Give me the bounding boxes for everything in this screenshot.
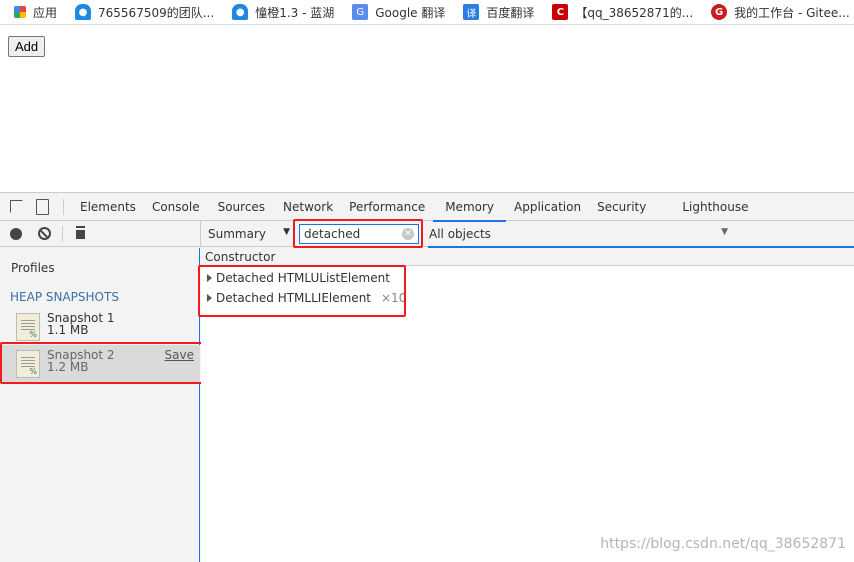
bookmark-label: 憧橙1.3 - 蓝湖 <box>255 5 335 20</box>
dropdown-arrow-icon: ▼ <box>283 227 290 237</box>
lanhu-icon: ● <box>75 4 92 20</box>
bookmark-csdn[interactable]: C 【qq_38652871的... <box>552 4 693 21</box>
watermark: https://blog.csdn.net/qq_38652871 <box>600 536 846 552</box>
bookmark-baidu-translate[interactable]: 译百度翻译 <box>463 4 534 21</box>
tab-network[interactable]: Network <box>275 193 341 221</box>
gitee-icon: G <box>711 4 728 20</box>
clear-icon[interactable] <box>38 227 51 240</box>
tab-performance[interactable]: Performance <box>341 193 433 221</box>
bookmark-lanhu-project[interactable]: ● 憧橙1.3 - 蓝湖 <box>232 4 334 21</box>
snapshot-size: 1.1 MB <box>47 323 89 337</box>
sidebar-divider <box>200 221 201 247</box>
tab-sources[interactable]: Sources <box>208 193 275 221</box>
tab-memory[interactable]: Memory <box>433 193 506 222</box>
record-icon[interactable] <box>10 228 22 240</box>
heap-snapshot-icon: % <box>16 313 40 341</box>
bookmark-label: 【qq_38652871的... <box>575 5 694 20</box>
devtools-tabbar: Elements Console Sources Network Perform… <box>0 193 854 222</box>
bookmark-google-translate[interactable]: G Google 翻译 <box>352 4 445 21</box>
dropdown-arrow-icon: ▼ <box>721 227 728 237</box>
profiles-sidebar: Profiles HEAP SNAPSHOTS % Snapshot 1 1.1… <box>0 248 200 562</box>
column-header-label: Constructor <box>205 250 276 264</box>
bookmark-apps[interactable]: 应用 <box>14 4 57 21</box>
memory-toolbar: Summary ▼ detached ✕ All objects ▼ <box>0 221 854 248</box>
baidu-translate-icon: 译 <box>463 4 480 20</box>
constructor-column-header[interactable]: Constructor <box>201 248 854 266</box>
apps-grid-icon <box>14 6 26 18</box>
device-toolbar-icon[interactable] <box>36 199 49 215</box>
add-button[interactable]: Add <box>8 36 46 57</box>
tab-lighthouse[interactable]: Lighthouse <box>674 193 756 221</box>
tab-console[interactable]: Console <box>144 193 208 221</box>
heap-snapshots-header: HEAP SNAPSHOTS <box>10 290 119 304</box>
devtools-panel: Elements Console Sources Network Perform… <box>0 192 854 562</box>
inspect-element-icon[interactable] <box>10 200 23 213</box>
bookmark-label: 765567509的团队... <box>98 5 215 20</box>
csdn-icon: C <box>552 4 569 20</box>
snapshot-item[interactable]: % Snapshot 1 1.1 MB <box>0 308 200 346</box>
bookmark-lanhu-team[interactable]: ● 765567509的团队... <box>75 4 214 21</box>
bookmark-label: 百度翻译 <box>486 5 535 20</box>
highlight-box <box>293 219 423 248</box>
bookmarks-bar: 应用 ● 765567509的团队... ● 憧橙1.3 - 蓝湖 G Google … <box>0 0 854 25</box>
objects-select[interactable]: All objects ▼ <box>429 227 731 241</box>
highlight-box <box>198 265 406 317</box>
profiles-label: Profiles <box>11 261 55 275</box>
bookmark-label: Google 翻译 <box>375 5 446 20</box>
lanhu-icon: ● <box>232 4 249 20</box>
objects-select-value: All objects <box>429 227 491 241</box>
view-select[interactable]: Summary ▼ <box>208 227 293 241</box>
view-select-value: Summary <box>208 227 266 241</box>
bookmark-gitee[interactable]: G 我的工作台 - Gitee... <box>711 4 850 21</box>
bookmark-label: 应用 <box>33 5 58 20</box>
divider <box>63 199 64 215</box>
tab-application[interactable]: Application <box>506 193 589 221</box>
tab-elements[interactable]: Elements <box>72 193 144 221</box>
bookmark-label: 我的工作台 - Gitee... <box>734 5 850 20</box>
highlight-box <box>0 342 204 384</box>
trash-icon[interactable] <box>76 228 85 239</box>
divider <box>62 226 63 242</box>
google-translate-icon: G <box>352 4 369 20</box>
tab-security[interactable]: Security <box>589 193 674 221</box>
